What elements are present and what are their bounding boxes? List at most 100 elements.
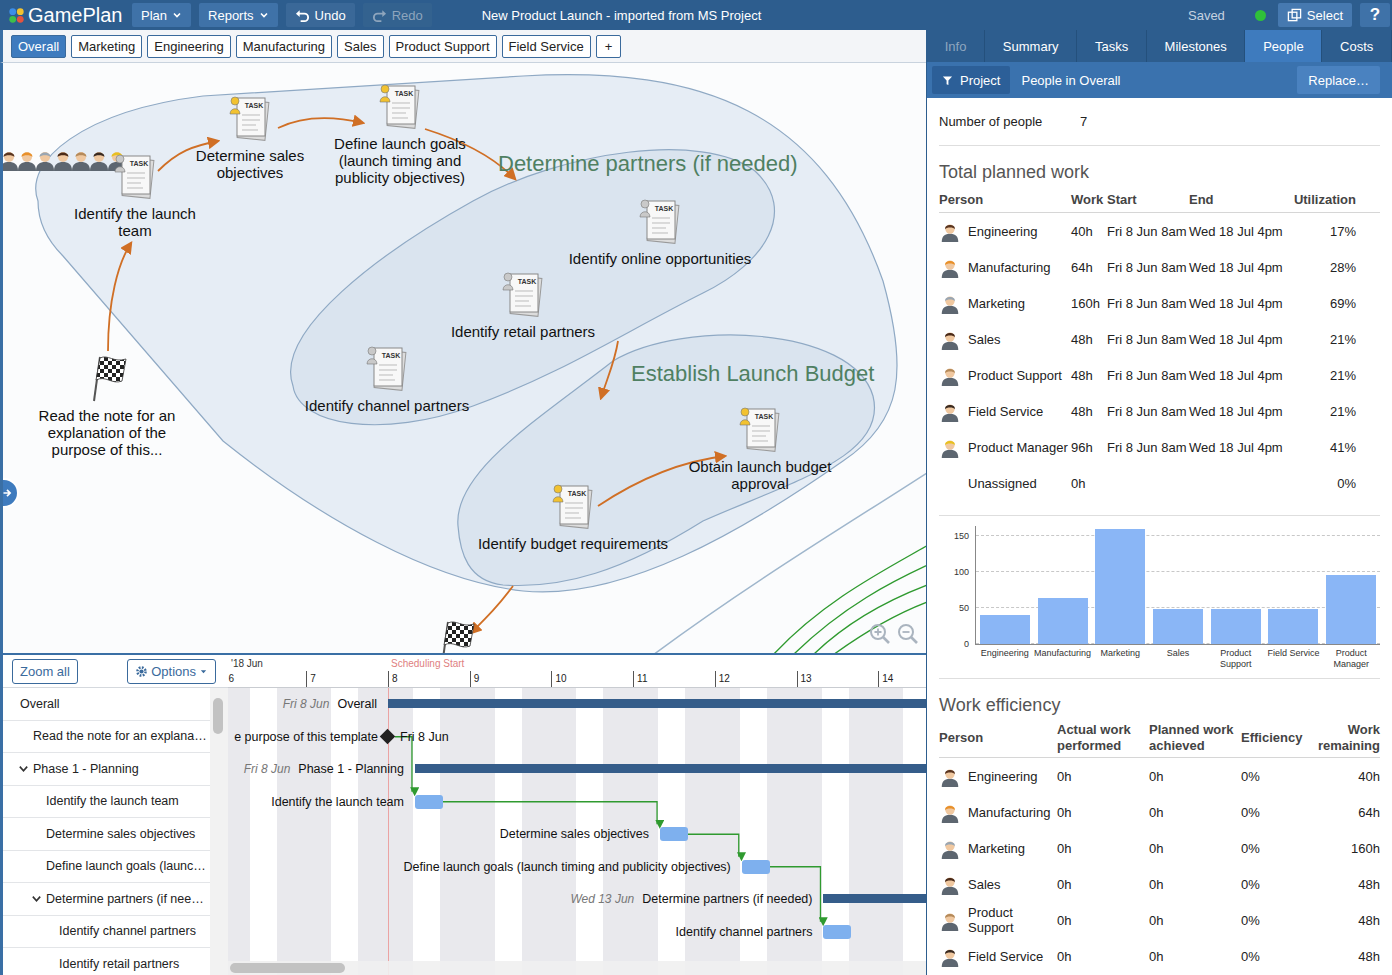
connection-dot [1255, 10, 1266, 21]
person-avatar-icon [939, 364, 961, 386]
table-row[interactable]: Field Service0h0h0%48h [939, 938, 1380, 974]
checkered-flag-icon[interactable] [432, 618, 478, 653]
chevron-down-icon[interactable] [18, 763, 29, 774]
plan-tab[interactable]: Manufacturing [236, 35, 332, 58]
diagram-node[interactable]: TASKObtain launch budget approval [675, 404, 845, 492]
redo-button[interactable]: Redo [363, 3, 432, 27]
budget-group[interactable] [458, 335, 875, 586]
side-tab[interactable]: People [1245, 30, 1322, 62]
team-avatars[interactable] [0, 147, 123, 171]
add-tab-button[interactable]: + [596, 35, 622, 58]
chart-bar[interactable] [1326, 575, 1376, 644]
axis-tick: 150 [954, 530, 969, 542]
table-row[interactable]: Engineering40hFri 8 Jun 8amWed 18 Jul 4p… [939, 213, 1380, 249]
chart-bar[interactable] [1153, 609, 1203, 644]
milestone-date: Fri 8 Jun [400, 728, 449, 746]
summary-bar[interactable] [823, 894, 926, 903]
chart-bar[interactable] [1095, 529, 1145, 644]
task-list-row[interactable]: Identify retail partners [3, 948, 210, 975]
table-row[interactable]: Manufacturing64hFri 8 Jun 8amWed 18 Jul … [939, 249, 1380, 285]
task-list-row[interactable]: Phase 1 - Planning [3, 753, 210, 786]
side-tab[interactable]: Tasks [1077, 30, 1147, 62]
menu-button[interactable]: Plan [132, 3, 191, 27]
table-row[interactable]: Field Service48hFri 8 Jun 8amWed 18 Jul … [939, 393, 1380, 429]
zoom-all-button[interactable]: Zoom all [12, 659, 78, 684]
task-bar[interactable] [742, 860, 770, 874]
table-row[interactable]: Engineering0h0h0%40h [939, 758, 1380, 794]
plan-tab[interactable]: Engineering [147, 35, 230, 58]
scroll-thumb[interactable] [213, 698, 223, 734]
task-bar[interactable] [415, 795, 443, 809]
table-row[interactable]: Marketing0h0h0%160h [939, 830, 1380, 866]
expand-panel-button[interactable] [0, 478, 19, 508]
node-label: Identify retail partners [451, 323, 595, 340]
replace-button[interactable]: Replace… [1297, 66, 1380, 94]
summary-bar[interactable] [415, 764, 926, 773]
plan-canvas[interactable]: Determine partners (if needed) Establish … [0, 63, 926, 653]
side-tab[interactable]: Milestones [1147, 30, 1246, 62]
side-tab[interactable]: Info [927, 30, 985, 62]
horizontal-scrollbar[interactable] [228, 961, 926, 975]
section-title: Work efficiency [939, 693, 1380, 717]
select-button[interactable]: Select [1278, 3, 1352, 27]
chart-bar[interactable] [1211, 609, 1261, 644]
undo-button[interactable]: Undo [286, 3, 355, 27]
axis-label: Marketing [1091, 648, 1149, 670]
timeline[interactable]: '18 JunScheduling Start67891011121314Fri… [228, 655, 926, 975]
task-list-row[interactable]: Identify the launch team [3, 786, 210, 819]
plan-tab[interactable]: Field Service [502, 35, 591, 58]
table-row[interactable]: Product Manager96hFri 8 Jun 8amWed 18 Ju… [939, 429, 1380, 465]
options-button[interactable]: Options [127, 659, 216, 684]
table-row[interactable]: Sales48hFri 8 Jun 8amWed 18 Jul 4pm21% [939, 321, 1380, 357]
table-row[interactable]: Manufacturing0h0h0%64h [939, 794, 1380, 830]
vertical-scrollbar[interactable] [210, 688, 229, 975]
task-bar[interactable] [823, 925, 851, 939]
app-logo[interactable]: GamePlan [8, 4, 124, 27]
group-title[interactable]: Establish Launch Budget [631, 361, 874, 387]
task-list-row[interactable]: Identify channel partners [3, 916, 210, 949]
diagram-node[interactable]: TASKDefine launch goals (launch timing a… [323, 81, 478, 186]
task-list-row[interactable]: Read the note for an explana… [3, 721, 210, 754]
task-list-row[interactable]: Define launch goals (launc… [3, 851, 210, 884]
zoom-in-icon[interactable] [869, 623, 891, 645]
phase-group[interactable] [36, 75, 897, 592]
plan-tab[interactable]: Overall [11, 35, 66, 58]
diagram-node[interactable]: TASKIdentify the launch team [60, 151, 210, 239]
diagram-node[interactable]: TASKIdentify online opportunities [560, 196, 760, 267]
table-row[interactable]: Sales0h0h0%48h [939, 866, 1380, 902]
axis-tick: 50 [959, 602, 969, 614]
task-list-row[interactable]: Determine partners (if nee… [3, 883, 210, 916]
diagram-node[interactable]: TASKDetermine sales objectives [190, 93, 310, 181]
chart-bar[interactable] [980, 615, 1030, 644]
table-row[interactable]: Marketing160hFri 8 Jun 8amWed 18 Jul 4pm… [939, 285, 1380, 321]
help-button[interactable]: ? [1360, 3, 1390, 27]
task-list-row[interactable]: Determine sales objectives [3, 818, 210, 851]
table-row[interactable]: Unassigned0h0% [939, 465, 1380, 501]
diagram-node[interactable]: TASKIdentify budget requirements [463, 481, 683, 552]
redo-icon [372, 8, 387, 23]
chart-bar[interactable] [1268, 609, 1318, 644]
milestone-diamond[interactable] [380, 728, 396, 744]
gantt-label: Determine sales objectives [500, 825, 649, 843]
side-tab[interactable]: Costs [1322, 30, 1392, 62]
diagram-node[interactable]: TASKIdentify channel partners [297, 343, 477, 414]
menu-button[interactable]: Reports [199, 3, 278, 27]
chevron-down-icon[interactable] [31, 893, 42, 904]
plan-tab[interactable]: Marketing [71, 35, 142, 58]
side-tab[interactable]: Summary [985, 30, 1077, 62]
zoom-out-icon[interactable] [897, 623, 919, 645]
table-row[interactable]: Product Support48hFri 8 Jun 8amWed 18 Ju… [939, 357, 1380, 393]
chart-bar[interactable] [1038, 598, 1088, 644]
project-filter-button[interactable]: Project [932, 66, 1010, 94]
plan-tab[interactable]: Product Support [389, 35, 497, 58]
plan-tab[interactable]: Sales [337, 35, 384, 58]
summary-bar[interactable] [388, 699, 926, 708]
diagram-node[interactable]: Read the note for an explanation of the … [35, 353, 180, 458]
node-label: Identify online opportunities [569, 250, 752, 267]
diagram-node[interactable]: TASKIdentify retail partners [438, 269, 608, 340]
table-row[interactable]: Product Support0h0h0%48h [939, 902, 1380, 938]
scroll-thumb[interactable] [230, 963, 345, 973]
task-bar[interactable] [660, 827, 688, 841]
task-list-row[interactable]: Overall [3, 688, 210, 721]
group-title[interactable]: Determine partners (if needed) [498, 151, 798, 177]
